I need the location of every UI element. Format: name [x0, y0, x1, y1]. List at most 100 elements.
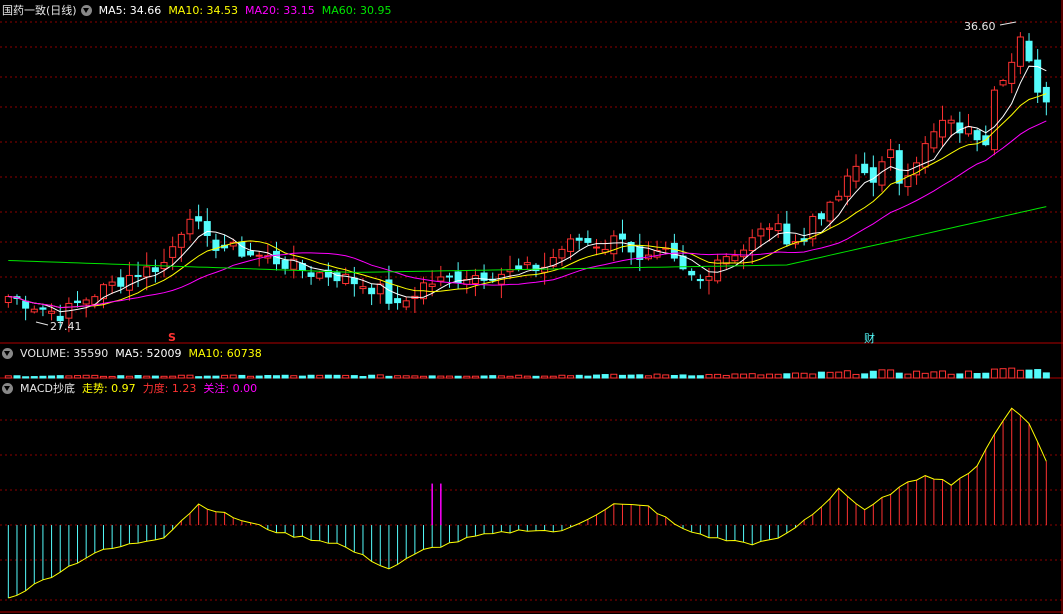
- candle-body: [203, 221, 211, 236]
- legend-ma20: MA20: 33.15: [245, 3, 315, 17]
- volume-bar: [766, 373, 774, 379]
- candle-body: [826, 201, 834, 222]
- volume-bar: [515, 374, 523, 379]
- volume-bar: [56, 375, 64, 379]
- volume-bar: [117, 375, 125, 379]
- volume-bar: [428, 375, 436, 379]
- candle-body: [30, 308, 38, 313]
- volume-bar: [1042, 372, 1050, 379]
- volume-bar: [411, 375, 419, 379]
- candle-body: [852, 165, 860, 182]
- volume-bar: [307, 374, 315, 379]
- candle-body: [843, 175, 851, 197]
- candle-body: [766, 227, 774, 230]
- volume-bar: [247, 375, 255, 379]
- volume-bar: [809, 373, 817, 379]
- volume-bar: [610, 373, 618, 379]
- legend-ma60: MA60: 30.95: [321, 3, 392, 17]
- volume-bar: [108, 375, 116, 379]
- candle-body: [964, 126, 972, 135]
- candle-body: [445, 275, 453, 278]
- volume-bar: [229, 374, 237, 379]
- volume-bar: [221, 374, 229, 379]
- volume-bar: [445, 375, 453, 379]
- volume-bar: [359, 375, 367, 379]
- volume-bar: [904, 373, 912, 379]
- volume-bar: [601, 374, 609, 379]
- volume-bar: [134, 374, 142, 379]
- volume-bar: [160, 375, 168, 379]
- volume-bar: [757, 374, 765, 379]
- collapse-icon[interactable]: [2, 347, 13, 359]
- financial-report-marker[interactable]: 财: [864, 330, 875, 346]
- candle-body: [195, 216, 203, 222]
- volume-bar: [255, 375, 263, 379]
- volume-bar: [774, 373, 782, 379]
- candle-body: [125, 274, 133, 291]
- volume-bar: [558, 374, 566, 379]
- volume-bar: [454, 375, 462, 379]
- candle-body: [515, 265, 523, 270]
- volume-bar: [817, 371, 825, 379]
- volume-bar: [420, 375, 428, 379]
- candle-body: [887, 149, 895, 159]
- volume-bar: [385, 375, 393, 379]
- volume-bar: [800, 372, 808, 379]
- volume-bar: [203, 375, 211, 379]
- volume-bar: [480, 375, 488, 379]
- volume-bar: [973, 373, 981, 379]
- volume-value: VOLUME: 35590: [20, 346, 109, 360]
- candle-body: [618, 233, 626, 240]
- volume-bar: [39, 375, 47, 379]
- grid-layer: [0, 0, 1063, 614]
- volume-bar: [705, 373, 713, 379]
- volume-legend: VOLUME: 35590 MA5: 52009 MA10: 60738: [2, 345, 269, 361]
- volume-bar: [688, 375, 696, 379]
- volume-bar: [402, 375, 410, 379]
- volume-bar: [22, 376, 30, 379]
- stock-title: 国药一致(日线): [2, 4, 77, 17]
- candle-body: [368, 287, 376, 295]
- low-price-label: 27.41: [50, 320, 82, 333]
- candle-body: [48, 310, 56, 314]
- candle-body: [22, 300, 30, 309]
- volume-bar: [887, 369, 895, 379]
- volume-bar: [593, 374, 601, 379]
- candle-body: [895, 150, 903, 184]
- candle-body: [973, 130, 981, 141]
- volume-bar: [947, 373, 955, 379]
- volume-bar: [272, 375, 280, 379]
- candle-body: [394, 298, 402, 304]
- volume-bar: [48, 375, 56, 379]
- volume-bar: [1034, 369, 1042, 379]
- chart-stage[interactable]: 国药一致(日线) MA5: 34.66 MA10: 34.53 MA20: 33…: [0, 0, 1063, 614]
- candle-body: [4, 296, 12, 304]
- candle-body: [947, 119, 955, 124]
- candle-body: [437, 276, 445, 282]
- candle-body: [117, 277, 125, 287]
- candle-body: [835, 195, 843, 201]
- volume-bar: [748, 373, 756, 379]
- candle-body: [1016, 36, 1024, 67]
- volume-bar: [956, 373, 964, 379]
- volume-bar: [333, 374, 341, 379]
- volume-bar: [342, 374, 350, 379]
- volume-bar: [722, 374, 730, 379]
- volume-bar: [731, 373, 739, 379]
- candle-body: [731, 255, 739, 262]
- volume-bar: [636, 374, 644, 379]
- candle-body: [593, 246, 601, 249]
- collapse-icon[interactable]: [2, 382, 13, 394]
- volume-ma10: MA10: 60738: [188, 346, 262, 360]
- stock-chart[interactable]: [0, 0, 1063, 614]
- volume-ma5: MA5: 52009: [115, 346, 182, 360]
- macd-legend: MACD抄底 走势: 0.97 力度: 1.23 关注: 0.00: [2, 380, 264, 396]
- candle-body: [471, 275, 479, 285]
- s-signal-marker[interactable]: S: [168, 331, 176, 344]
- volume-bar: [843, 370, 851, 379]
- candle-body: [151, 267, 159, 273]
- candle-body: [930, 131, 938, 149]
- volume-bar: [195, 376, 203, 379]
- volume-bars: [4, 367, 1050, 379]
- collapse-icon[interactable]: [80, 4, 92, 16]
